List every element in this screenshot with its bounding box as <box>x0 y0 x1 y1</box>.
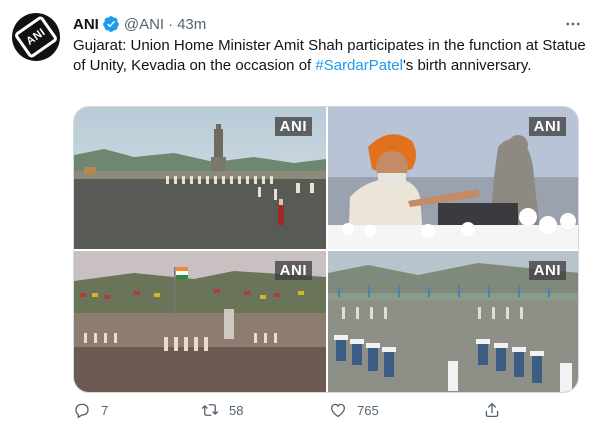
tweet-text: Gujarat: Union Home Minister Amit Shah p… <box>73 36 593 76</box>
tweet-actions: 7 58 765 <box>73 400 579 420</box>
timestamp[interactable]: 43m <box>177 16 206 33</box>
media-photo-1[interactable]: ANI <box>74 107 326 249</box>
retweet-button[interactable]: 58 <box>201 400 243 420</box>
tweet-text-after: 's birth anniversary. <box>402 57 532 74</box>
tweet[interactable]: ANI ANI @ANI · 43m Gujarat: Union Home M… <box>0 0 612 427</box>
reply-count: 7 <box>101 402 109 418</box>
ani-watermark: ANI <box>274 117 312 136</box>
like-button[interactable]: 765 <box>329 400 379 420</box>
tweet-header: ANI @ANI · 43m <box>73 14 206 34</box>
avatar[interactable]: ANI <box>12 13 60 61</box>
separator-dot: · <box>168 15 174 33</box>
media-photo-2[interactable]: ANI <box>328 107 578 249</box>
retweet-icon <box>201 404 219 416</box>
share-button[interactable] <box>483 400 511 420</box>
ani-watermark: ANI <box>528 261 566 280</box>
more-options-button[interactable] <box>561 12 585 36</box>
like-count: 765 <box>357 402 379 418</box>
ani-logo: ANI <box>13 14 59 60</box>
author-name[interactable]: ANI <box>73 16 99 33</box>
reply-button[interactable]: 7 <box>73 400 108 420</box>
like-icon <box>330 403 346 418</box>
avatar-logo-text: ANI <box>24 26 48 48</box>
author-handle[interactable]: @ANI <box>124 16 164 33</box>
reply-icon <box>75 403 89 419</box>
verified-badge-icon <box>102 16 119 32</box>
ani-watermark: ANI <box>528 117 566 136</box>
hashtag-link[interactable]: #SardarPatel <box>315 57 403 74</box>
share-icon <box>485 402 499 418</box>
media-photo-4[interactable]: ANI <box>328 251 578 392</box>
retweet-count: 58 <box>229 402 244 418</box>
media-grid: ANI ANI ANI ANI <box>73 106 579 393</box>
ani-watermark: ANI <box>274 261 312 280</box>
more-icon <box>566 22 580 26</box>
media-photo-3[interactable]: ANI <box>74 251 326 392</box>
